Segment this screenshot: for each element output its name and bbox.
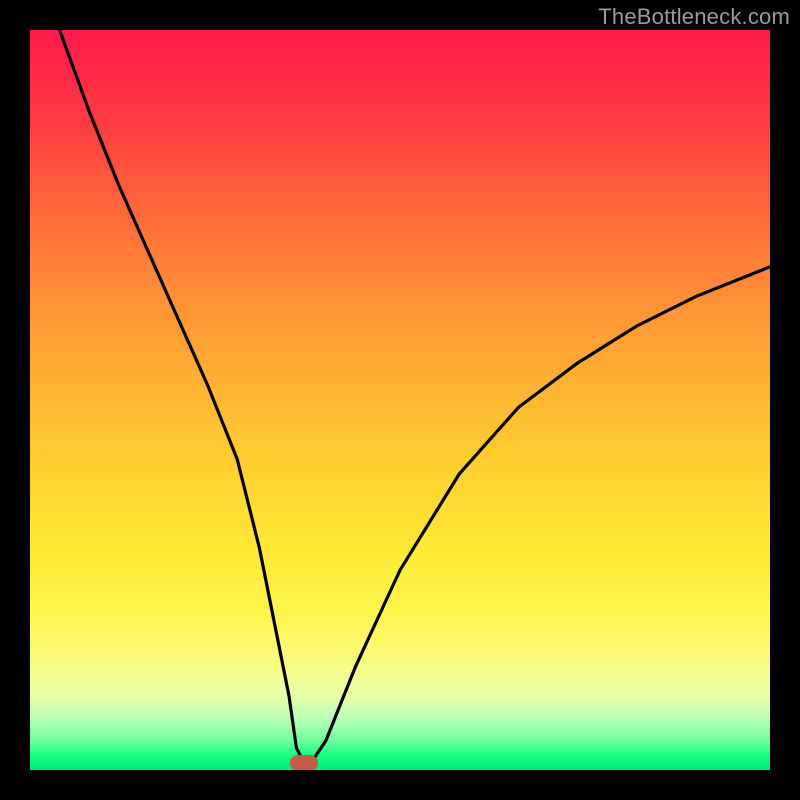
plot-area <box>30 30 770 770</box>
watermark-text: TheBottleneck.com <box>598 4 790 30</box>
optimal-marker <box>290 755 318 770</box>
bottleneck-curve <box>60 30 770 763</box>
curve-layer <box>30 30 770 770</box>
outer-frame: TheBottleneck.com <box>0 0 800 800</box>
